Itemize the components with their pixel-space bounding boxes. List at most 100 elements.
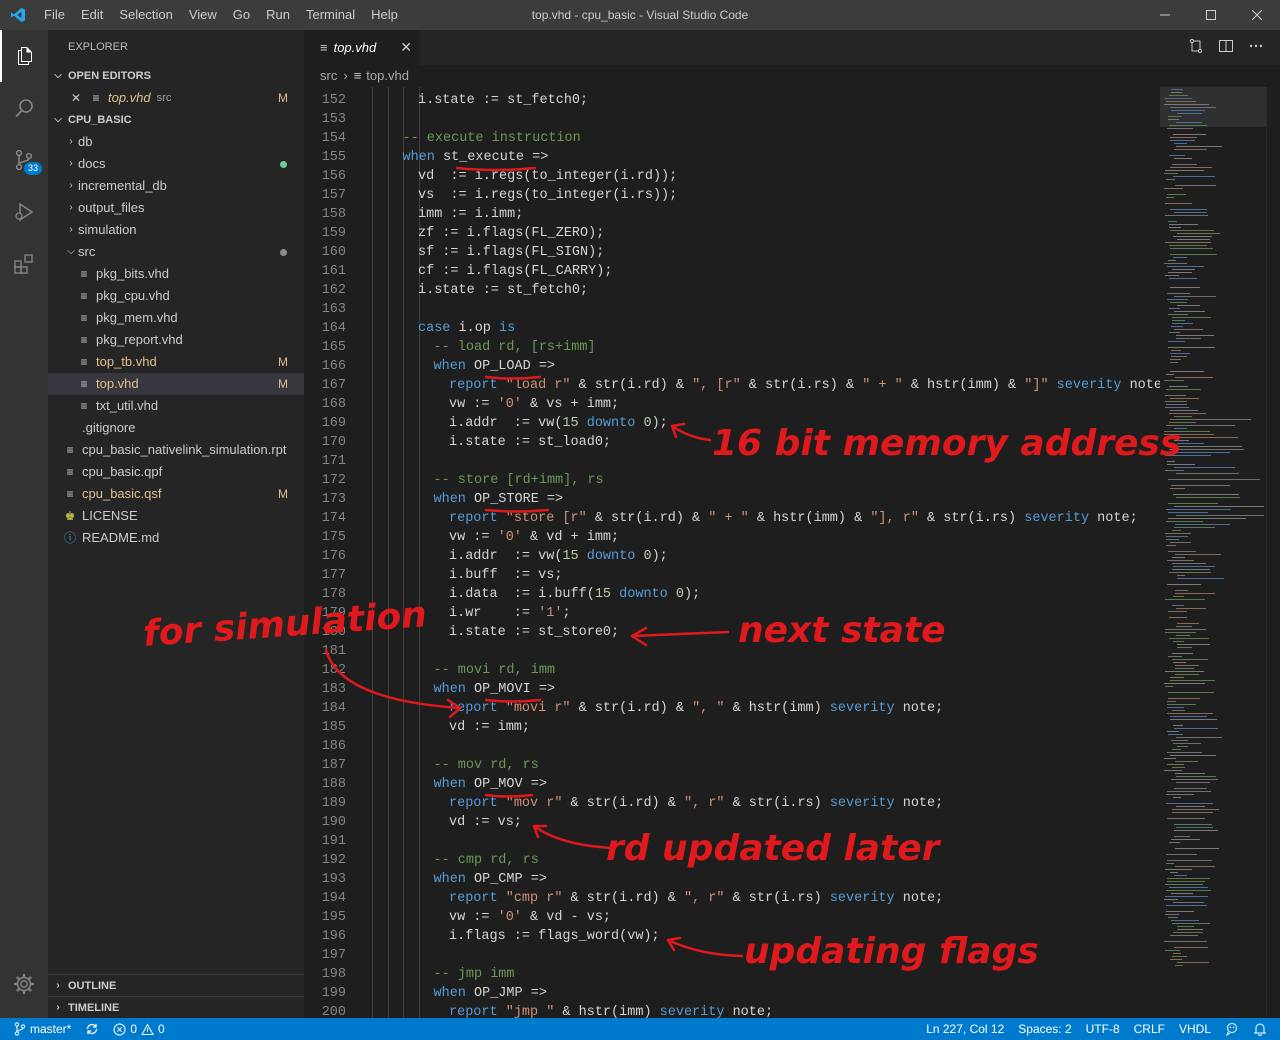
line-number: 174 — [321, 511, 346, 526]
code-editor[interactable]: 152 i.state := st_fetch0; 153 154 -- execute… — [304, 87, 1160, 1018]
minimap-line — [1174, 467, 1235, 468]
file-cpu_basic-qpf[interactable]: ≡ cpu_basic.qpf — [48, 461, 304, 483]
minimap-line — [1174, 428, 1187, 429]
close-window-icon[interactable] — [1234, 0, 1280, 30]
minimap-line — [1165, 671, 1204, 672]
file-pkg_mem-vhd[interactable]: ≡ pkg_mem.vhd — [48, 307, 304, 329]
open-editor-item[interactable]: ✕ ≡ top.vhd src M — [48, 87, 304, 109]
minimap-line — [1172, 923, 1210, 924]
breadcrumb-folder[interactable]: src — [320, 65, 337, 87]
folder-src[interactable]: ⌵ src — [48, 241, 304, 263]
vertical-scrollbar[interactable] — [1266, 87, 1280, 1018]
indent-guide — [372, 87, 373, 1018]
minimap[interactable] — [1160, 87, 1266, 1018]
close-icon[interactable]: ✕ — [68, 87, 84, 109]
close-tab-icon[interactable]: ✕ — [400, 39, 412, 56]
tab-top-vhd[interactable]: ≡ top.vhd ✕ — [304, 30, 420, 65]
menu-bar: File Edit Selection View Go Run Terminal Help — [36, 0, 406, 30]
folder-db[interactable]: › db — [48, 131, 304, 153]
folder-output_files[interactable]: › output_files — [48, 197, 304, 219]
source-control-icon[interactable]: 33 — [0, 134, 48, 186]
problems-indicator[interactable]: 0 0 — [106, 1022, 171, 1036]
menu-view[interactable]: View — [181, 0, 225, 30]
menu-edit[interactable]: Edit — [73, 0, 111, 30]
breadcrumb-file[interactable]: top.vhd — [366, 65, 409, 87]
minimap-line — [1177, 623, 1199, 624]
menu-go[interactable]: Go — [225, 0, 258, 30]
run-debug-icon[interactable] — [0, 186, 48, 238]
minimap-line — [1166, 536, 1188, 537]
minimap-line — [1173, 236, 1212, 237]
minimap-line — [1166, 101, 1196, 102]
minimap-line — [1169, 572, 1211, 573]
indentation[interactable]: Spaces: 2 — [1011, 1022, 1078, 1036]
file-pkg_report-vhd[interactable]: ≡ pkg_report.vhd — [48, 329, 304, 351]
file-cpu_basic-qsf[interactable]: ≡ cpu_basic.qsf M — [48, 483, 304, 505]
feedback-icon[interactable] — [1218, 1022, 1246, 1036]
minimap-line — [1167, 194, 1186, 195]
minimize-icon[interactable] — [1142, 0, 1188, 30]
minimap-line — [1175, 866, 1215, 867]
line-number: 180 — [321, 625, 346, 640]
cursor-position[interactable]: Ln 227, Col 12 — [919, 1022, 1011, 1036]
code-token: i.flags := flags_word(vw); — [449, 929, 660, 944]
file--gitignore[interactable]: .gitignore — [48, 417, 304, 439]
branch-indicator[interactable]: master* — [0, 1022, 78, 1036]
language-mode[interactable]: VHDL — [1172, 1022, 1218, 1036]
file-pkg_cpu-vhd[interactable]: ≡ pkg_cpu.vhd — [48, 285, 304, 307]
outline-title: OUTLINE — [68, 980, 117, 992]
file-README-md[interactable]: ⓘ README.md — [48, 527, 304, 549]
minimap-line — [1173, 743, 1201, 744]
more-actions-icon[interactable] — [1248, 38, 1264, 57]
notifications-bell-icon[interactable] — [1246, 1022, 1274, 1036]
line-number: 153 — [321, 112, 346, 127]
line-number: 190 — [321, 815, 346, 830]
timeline-section[interactable]: › TIMELINE — [48, 997, 304, 1019]
file-txt_util-vhd[interactable]: ≡ txt_util.vhd — [48, 395, 304, 417]
minimap-line — [1174, 329, 1203, 330]
code-token: & str(i.rd) & — [562, 796, 684, 811]
file-top-vhd[interactable]: ≡ top.vhd M — [48, 373, 304, 395]
minimap-line — [1171, 89, 1183, 90]
line-number: 172 — [321, 473, 346, 488]
explorer-icon[interactable] — [0, 30, 48, 82]
file-pkg_bits-vhd[interactable]: ≡ pkg_bits.vhd — [48, 263, 304, 285]
sync-icon[interactable] — [78, 1022, 106, 1036]
line-number: 155 — [321, 150, 346, 165]
project-section[interactable]: ⌵ CPU_BASIC — [48, 109, 304, 131]
maximize-icon[interactable] — [1188, 0, 1234, 30]
end-of-line[interactable]: CRLF — [1127, 1022, 1172, 1036]
minimap-line — [1164, 188, 1183, 189]
minimap-line — [1173, 725, 1183, 726]
file-cpu_basic_nativelink_simulation-rpt[interactable]: ≡ cpu_basic_nativelink_simulation.rpt — [48, 439, 304, 461]
minimap-line — [1173, 566, 1215, 567]
search-icon[interactable] — [0, 82, 48, 134]
minimap-line — [1170, 716, 1207, 717]
minimap-line — [1168, 692, 1214, 693]
minimap-line — [1170, 362, 1178, 363]
minimap-line — [1170, 719, 1217, 720]
code-line: report "jmp " & hstr(imm) severity note; — [449, 1005, 773, 1018]
menu-run[interactable]: Run — [258, 0, 298, 30]
folder-simulation[interactable]: › simulation — [48, 219, 304, 241]
split-editor-icon[interactable] — [1218, 38, 1234, 57]
file-LICENSE[interactable]: ♚ LICENSE — [48, 505, 304, 527]
folder-incremental_db[interactable]: › incremental_db — [48, 175, 304, 197]
menu-file[interactable]: File — [36, 0, 73, 30]
folder-docs[interactable]: › docs — [48, 153, 304, 175]
file-top_tb-vhd[interactable]: ≡ top_tb.vhd M — [48, 351, 304, 373]
open-changes-icon[interactable] — [1188, 38, 1204, 57]
outline-section[interactable]: › OUTLINE — [48, 975, 304, 997]
line-number: 184 — [321, 701, 346, 716]
menu-help[interactable]: Help — [363, 0, 406, 30]
modified-badge: M — [278, 377, 288, 391]
extensions-icon[interactable] — [0, 238, 48, 290]
menu-terminal[interactable]: Terminal — [298, 0, 363, 30]
encoding[interactable]: UTF-8 — [1079, 1022, 1127, 1036]
menu-selection[interactable]: Selection — [111, 0, 180, 30]
minimap-line — [1169, 842, 1180, 843]
code-line: i.buff := vs; — [449, 568, 562, 583]
open-editors-section[interactable]: ⌵ OPEN EDITORS — [48, 65, 304, 87]
settings-gear-icon[interactable] — [0, 964, 48, 1004]
